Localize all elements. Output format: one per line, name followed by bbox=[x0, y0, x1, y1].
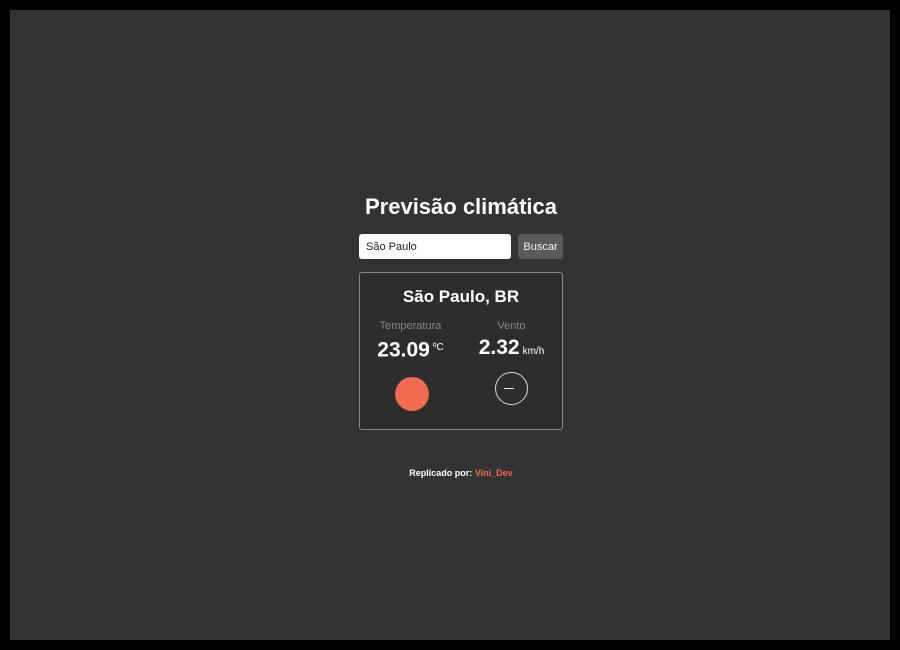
wind-unit: km/h bbox=[522, 346, 545, 357]
wind-direction-icon bbox=[495, 372, 528, 405]
author-link[interactable]: Vini_Dev bbox=[475, 468, 513, 478]
wind-needle-icon bbox=[504, 388, 514, 389]
wind-metric: Vento 2.32 km/h bbox=[461, 319, 562, 364]
weather-card: São Paulo, BR Temperatura 23.09 ºC Vento … bbox=[359, 272, 563, 430]
temperature-metric: Temperatura 23.09 ºC bbox=[360, 319, 461, 364]
search-bar: Buscar bbox=[359, 234, 563, 259]
location-name: São Paulo, BR bbox=[402, 287, 520, 306]
search-button[interactable]: Buscar bbox=[518, 234, 563, 259]
temperature-value: 23.09 bbox=[377, 338, 430, 362]
page-title: Previsão climática bbox=[364, 194, 557, 219]
search-input[interactable] bbox=[359, 234, 511, 259]
temperature-circle-icon bbox=[395, 377, 429, 411]
wind-value: 2.32 bbox=[478, 336, 520, 359]
temperature-label: Temperatura bbox=[379, 320, 442, 332]
page-background: Previsão climática Buscar São Paulo, BR … bbox=[10, 10, 890, 640]
footer-credit: Replicado por: Vini_Dev bbox=[339, 467, 583, 479]
footer-prefix: Replicado por: bbox=[409, 468, 473, 478]
wind-label: Vento bbox=[497, 320, 526, 332]
temperature-unit: ºC bbox=[432, 342, 444, 353]
